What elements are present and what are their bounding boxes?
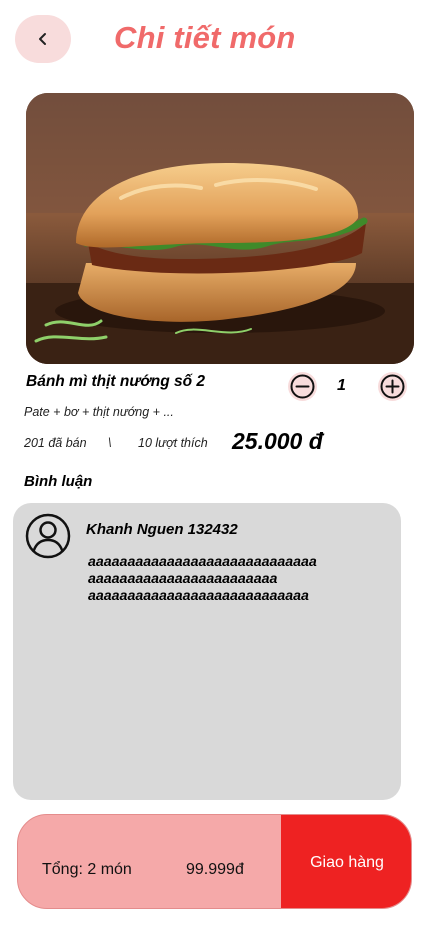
user-avatar-icon (25, 513, 71, 559)
comment-username: Khanh Nguen 132432 (86, 521, 238, 538)
back-button[interactable] (15, 15, 71, 63)
product-price: 25.000 đ (232, 428, 323, 454)
chevron-left-icon (39, 33, 46, 45)
product-description: Pate + bơ + thịt nướng + ... (24, 405, 174, 419)
total-price: 99.999đ (186, 861, 244, 878)
product-image (26, 93, 414, 364)
plus-circle-icon (380, 374, 405, 399)
product-name: Bánh mì thịt nướng số 2 (26, 373, 206, 390)
increase-quantity-button[interactable] (378, 372, 407, 401)
comment-text: aaaaaaaaaaaaaaaaaaaaaaaaaaaaa aaaaaaaaaa… (88, 554, 317, 604)
stats-separator: \ (108, 436, 112, 450)
decrease-quantity-button[interactable] (288, 372, 317, 401)
quantity-value: 1 (337, 377, 346, 394)
sold-count: 201 đã bán (24, 436, 87, 450)
checkout-bar: Tổng: 2 món 99.999đ Giao hàng (17, 814, 412, 909)
comment-card: Khanh Nguen 132432 aaaaaaaaaaaaaaaaaaaaa… (13, 503, 401, 800)
page-title: Chi tiết món (114, 20, 296, 55)
minus-circle-icon (290, 374, 315, 399)
comments-heading: Bình luận (24, 473, 93, 490)
total-items-label: Tổng: 2 món (42, 861, 132, 878)
order-button[interactable]: Giao hàng (281, 815, 411, 908)
like-count: 10 lượt thích (138, 436, 208, 450)
